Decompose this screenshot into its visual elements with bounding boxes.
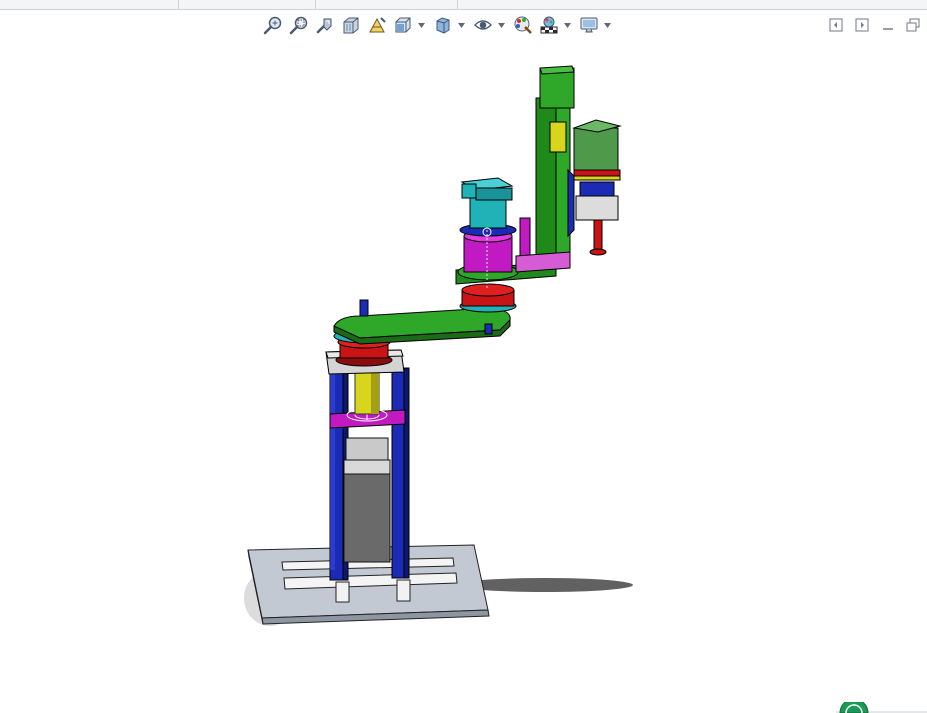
apply-scene-dropdown[interactable] [562, 14, 572, 36]
strip-divider [178, 0, 179, 9]
display-style-icon [436, 17, 450, 34]
end-effector-motor[interactable] [567, 119, 622, 256]
minimize-icon [883, 28, 893, 30]
strip-divider [315, 0, 316, 9]
section-view-icon [343, 17, 359, 34]
chevron-down-icon [457, 22, 465, 28]
dynamic-annotation-views-button[interactable] [366, 14, 388, 36]
corner-badge [836, 702, 927, 713]
tile-left-button[interactable] [828, 17, 844, 33]
edit-appearance-icon [514, 16, 532, 34]
restore-icon [906, 18, 920, 32]
heads-up-view-toolbar [0, 14, 927, 38]
zoom-to-fit-button[interactable] [262, 14, 284, 36]
tile-right-icon [855, 18, 869, 32]
eye-icon [474, 20, 492, 30]
strip-divider [457, 0, 458, 9]
display-style-dropdown[interactable] [456, 14, 466, 36]
view-orientation-icon [395, 17, 411, 33]
zoom-to-area-icon [289, 16, 308, 35]
view-orientation-dropdown[interactable] [416, 14, 426, 36]
base-motor-housing[interactable] [343, 437, 391, 563]
previous-view-icon [316, 18, 332, 34]
section-view-button[interactable] [340, 14, 362, 36]
view-orientation-button[interactable] [392, 14, 414, 36]
hide-show-items-dropdown[interactable] [496, 14, 506, 36]
vertical-shaft-shade [371, 372, 379, 414]
annotation-views-icon [369, 17, 386, 33]
graphics-area[interactable] [0, 40, 927, 713]
apply-scene-button[interactable] [538, 14, 560, 36]
zoom-to-area-button[interactable] [288, 14, 310, 36]
previous-view-button[interactable] [314, 14, 336, 36]
edit-appearance-button[interactable] [512, 14, 534, 36]
monitor-icon [580, 17, 598, 33]
chevron-down-icon [603, 22, 611, 28]
scara-robot-assembly[interactable] [0, 40, 927, 713]
restore-button[interactable] [905, 17, 921, 33]
apply-scene-icon [540, 16, 558, 34]
display-style-button[interactable] [432, 14, 454, 36]
tile-right-button[interactable] [854, 17, 870, 33]
tile-left-icon [829, 18, 843, 32]
chevron-down-icon [417, 22, 425, 28]
hide-show-items-button[interactable] [472, 14, 494, 36]
chevron-down-icon [563, 22, 571, 28]
chevron-down-icon [497, 22, 505, 28]
z-axis-column[interactable] [515, 65, 575, 273]
zoom-to-fit-icon [263, 16, 282, 35]
view-settings-dropdown[interactable] [602, 14, 612, 36]
top-window-strip [0, 0, 927, 10]
view-settings-button[interactable] [578, 14, 600, 36]
minimize-button[interactable] [880, 17, 896, 33]
